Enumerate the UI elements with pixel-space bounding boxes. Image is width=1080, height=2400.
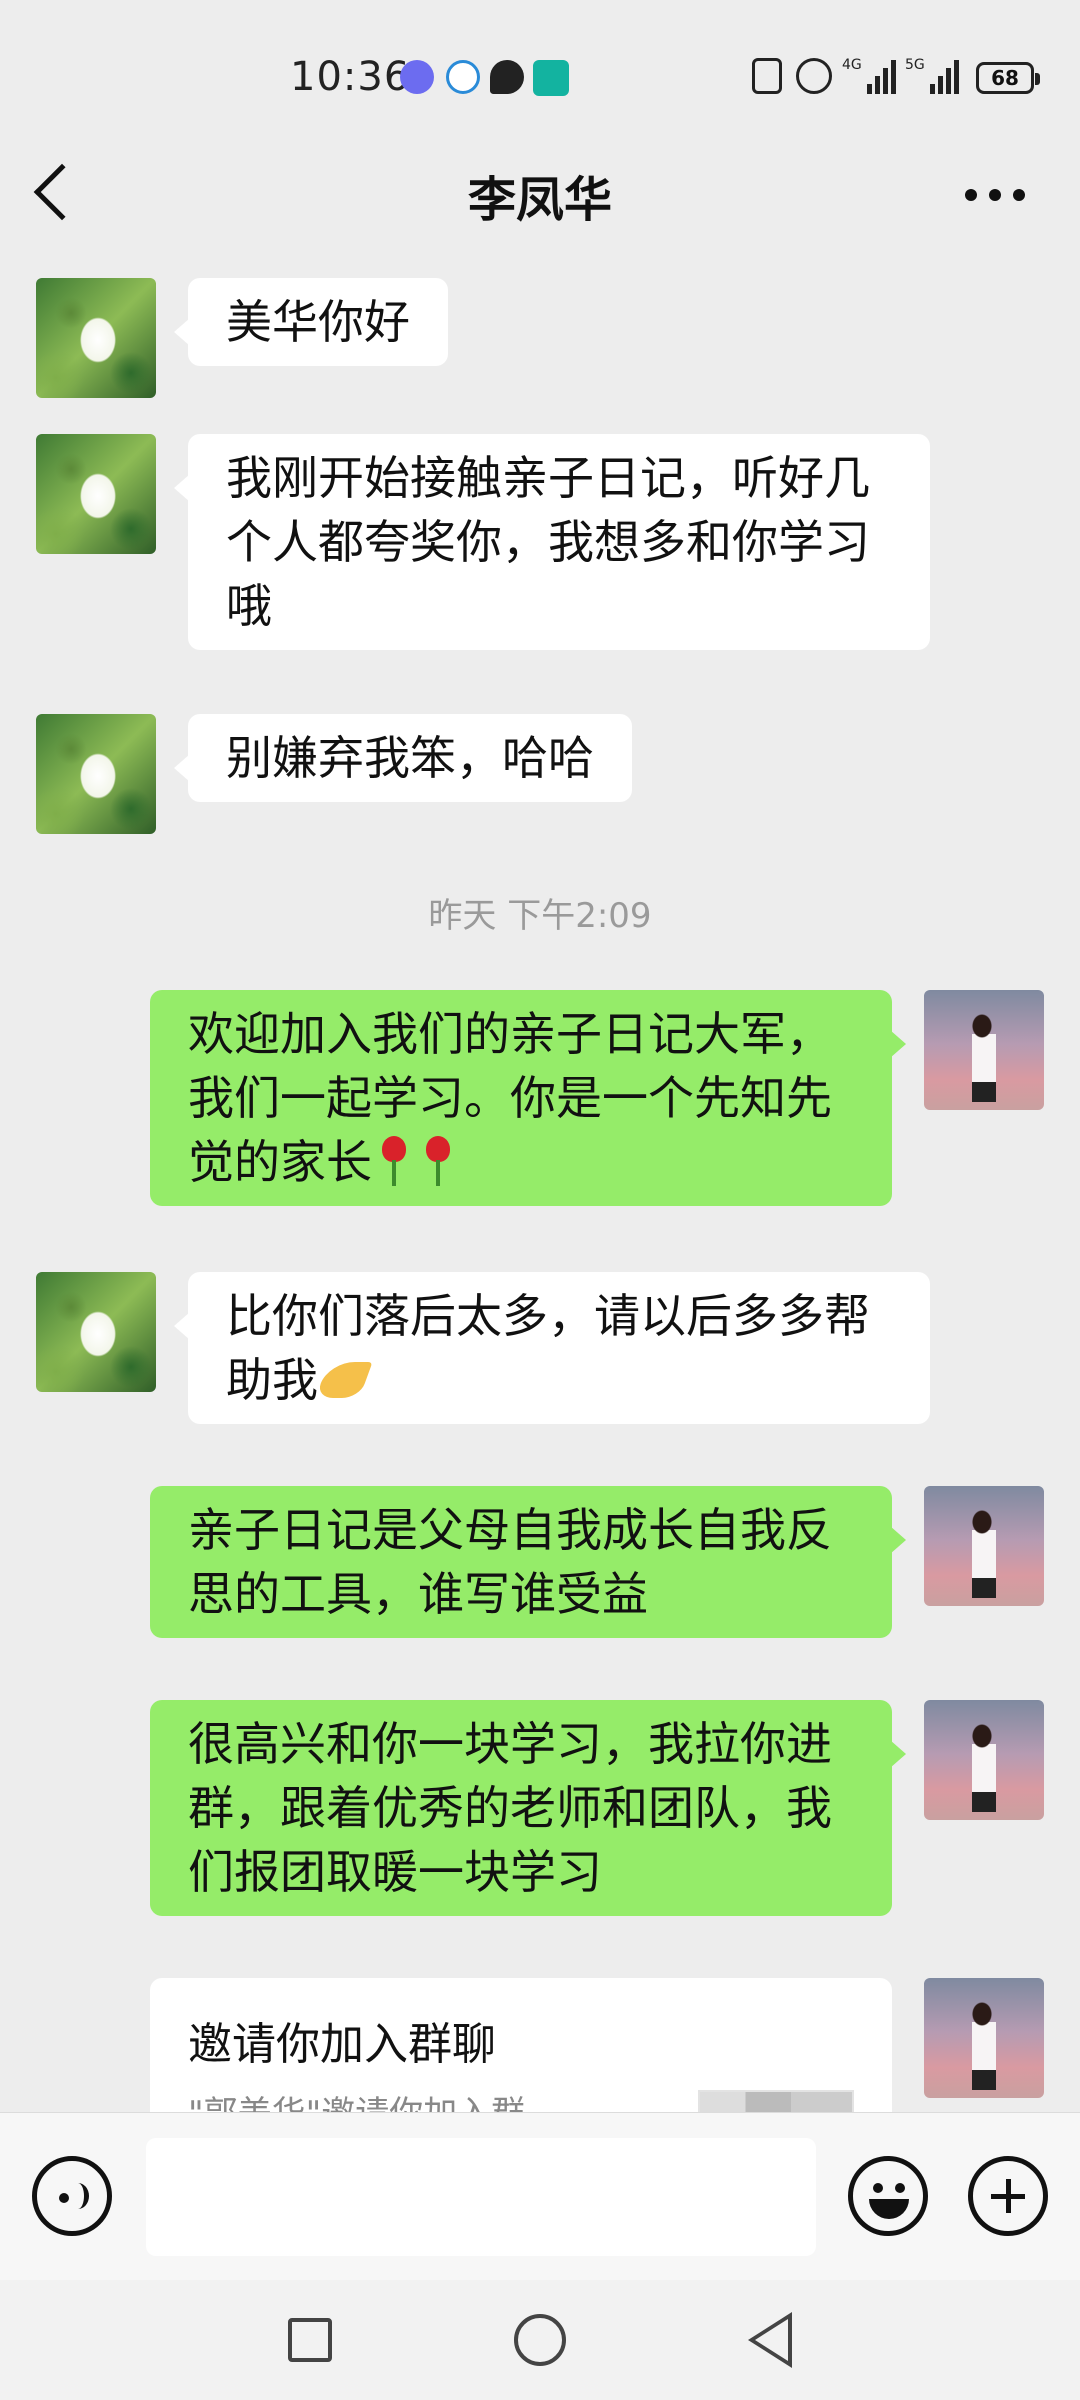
contact-avatar[interactable] xyxy=(36,278,156,398)
signal-4g-icon: 4G xyxy=(842,58,896,94)
signal-5g-icon: 5G xyxy=(905,58,959,94)
rose-emoji xyxy=(372,1132,416,1188)
message-text: 美华你好 xyxy=(226,295,410,349)
group-invite-card[interactable]: 邀请你加入群聊 "郭美华"邀请你加入群 xyxy=(150,1978,892,2112)
recents-button[interactable] xyxy=(288,2318,332,2362)
home-button[interactable] xyxy=(514,2314,566,2366)
more-options-icon[interactable] xyxy=(965,188,1025,202)
contact-avatar[interactable] xyxy=(36,714,156,834)
outgoing-message[interactable]: 欢迎加入我们的亲子日记大军，我们一起学习。你是一个先知先觉的家长 xyxy=(150,990,906,1206)
outgoing-message[interactable]: 很高兴和你一块学习，我拉你进群，跟着优秀的老师和团队，我们报团取暖一块学习 xyxy=(150,1700,906,1916)
rose-emoji xyxy=(416,1132,460,1188)
message-input[interactable] xyxy=(146,2138,816,2256)
status-time: 10:36 xyxy=(290,54,411,100)
network-4g-label: 4G xyxy=(842,57,862,73)
message-text: 别嫌弃我笨，哈哈 xyxy=(226,731,594,785)
group-thumbnail xyxy=(698,2090,854,2112)
app-notification-icon xyxy=(533,60,569,96)
contact-avatar[interactable] xyxy=(36,1272,156,1392)
incoming-message[interactable]: 比你们落后太多，请以后多多帮助我 xyxy=(174,1272,930,1424)
nfc-icon xyxy=(752,58,782,94)
network-5g-label: 5G xyxy=(905,57,925,73)
chat-bubble-icon xyxy=(446,60,480,94)
my-avatar[interactable] xyxy=(924,1700,1044,1820)
contact-avatar[interactable] xyxy=(36,434,156,554)
outgoing-message[interactable]: 亲子日记是父母自我成长自我反思的工具，谁写谁受益 xyxy=(150,1486,906,1638)
incoming-message[interactable]: 美华你好 xyxy=(174,278,448,366)
message-icon xyxy=(490,60,524,94)
emoji-button[interactable] xyxy=(848,2156,928,2236)
message-text: 欢迎加入我们的亲子日记大军，我们一起学习。你是一个先知先觉的家长 xyxy=(188,1007,832,1189)
status-bar: 10:36 4G 5G 68 xyxy=(0,0,1080,150)
message-list[interactable]: 美华你好 我刚开始接触亲子日记，听好几个人都夸奖你，我想多和你学习哦 别嫌弃我笨… xyxy=(0,270,1080,2112)
my-avatar[interactable] xyxy=(924,1978,1044,2098)
message-timestamp: 昨天 下午2:09 xyxy=(428,896,652,936)
alarm-icon xyxy=(796,58,832,94)
chat-title: 李凤华 xyxy=(467,172,612,228)
battery-icon: 68 xyxy=(976,62,1040,94)
system-back-button[interactable] xyxy=(748,2312,792,2368)
my-avatar[interactable] xyxy=(924,990,1044,1110)
message-text: 很高兴和你一块学习，我拉你进群，跟着优秀的老师和团队，我们报团取暖一块学习 xyxy=(188,1717,832,1899)
voice-input-button[interactable] xyxy=(32,2156,112,2236)
message-text: 我刚开始接触亲子日记，听好几个人都夸奖你，我想多和你学习哦 xyxy=(226,451,870,633)
more-functions-button[interactable] xyxy=(968,2156,1048,2236)
my-avatar[interactable] xyxy=(924,1486,1044,1606)
incoming-message[interactable]: 别嫌弃我笨，哈哈 xyxy=(174,714,632,802)
invite-title: 邀请你加入群聊 xyxy=(188,2019,496,2070)
message-text: 亲子日记是父母自我成长自我反思的工具，谁写谁受益 xyxy=(188,1503,832,1621)
incoming-message[interactable]: 我刚开始接触亲子日记，听好几个人都夸奖你，我想多和你学习哦 xyxy=(174,434,930,650)
pray-emoji xyxy=(318,1358,368,1402)
music-app-icon xyxy=(400,60,434,94)
